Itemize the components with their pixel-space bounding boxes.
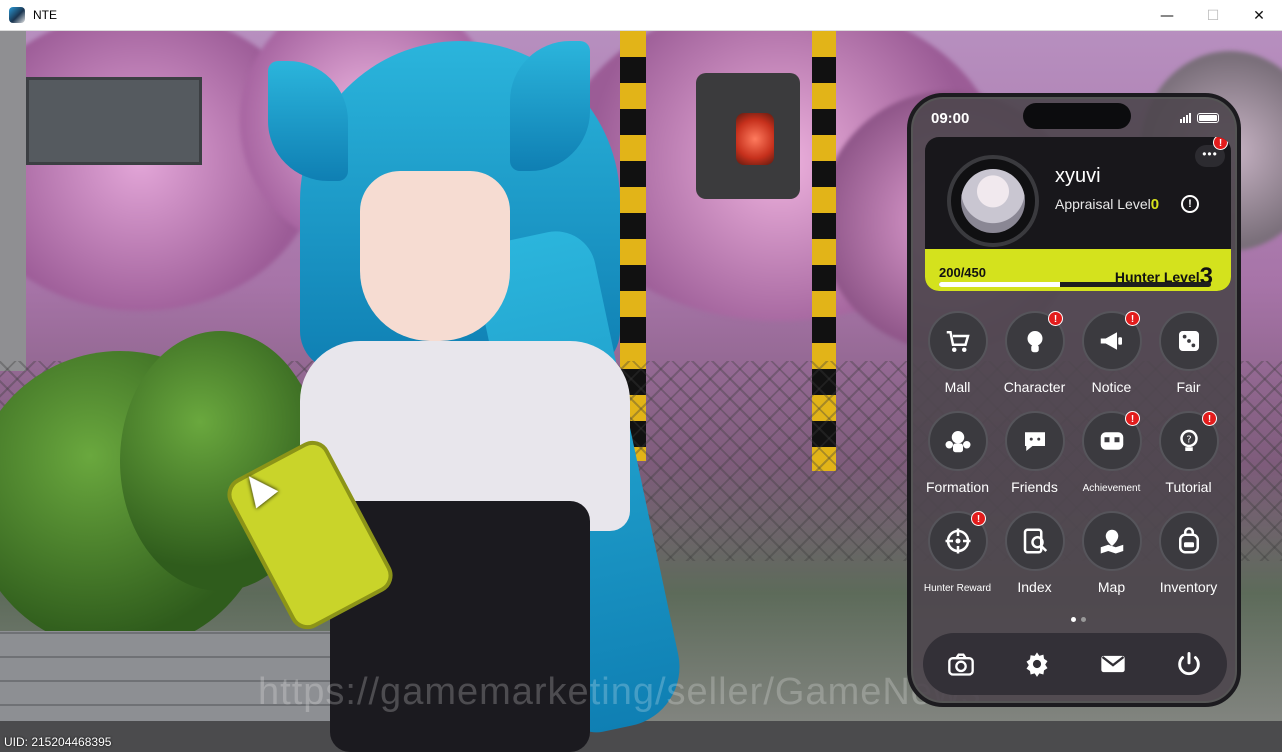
app-label: Achievement (1082, 483, 1141, 494)
app-index-button[interactable]: Index (996, 511, 1073, 603)
player-uid: UID: 215204468395 (4, 735, 112, 749)
signal-icon (1180, 113, 1191, 123)
app-fair-button[interactable]: Fair (1150, 311, 1227, 403)
street-sign (26, 77, 202, 165)
app-notice-button[interactable]: Notice! (1073, 311, 1150, 403)
camera-button[interactable] (942, 645, 980, 683)
app-icon-circle (927, 411, 988, 471)
power-button[interactable] (1170, 645, 1208, 683)
app-label: Hunter Reward (923, 583, 992, 594)
phone-status-icons (1180, 113, 1219, 123)
close-button[interactable]: ✕ (1236, 0, 1282, 31)
app-icon-circle (1004, 511, 1065, 571)
ground (0, 721, 1282, 752)
app-mall-button[interactable]: Mall (919, 311, 996, 403)
phone-dock (923, 633, 1227, 695)
app-label: Friends (1011, 479, 1058, 495)
appraisal-label: Appraisal Level (1055, 196, 1151, 212)
page-dot[interactable] (1081, 617, 1086, 622)
app-icon-circle (1081, 511, 1142, 571)
chat-icon (1024, 432, 1045, 451)
app-label: Mall (944, 379, 971, 395)
avatar-frame[interactable] (947, 155, 1039, 247)
achievement-icon (1100, 432, 1123, 450)
alert-badge: ! (1125, 311, 1140, 326)
alert-badge: ! (1048, 311, 1063, 326)
app-label: Map (1097, 579, 1126, 595)
app-formation-button[interactable]: Formation (919, 411, 996, 503)
mail-icon (1101, 655, 1125, 673)
window-title: NTE (33, 8, 57, 22)
watermark-text: https://gamemarketing/seller/GameNews (258, 671, 982, 713)
cart-icon (946, 331, 970, 352)
backpack-icon (1178, 527, 1199, 554)
app-label: Inventory (1159, 579, 1218, 595)
app-label: Tutorial (1165, 479, 1212, 495)
target-icon (945, 528, 970, 554)
alert-badge: ! (1213, 137, 1228, 150)
phone-notch (1023, 103, 1131, 129)
window-controls: — ☐ ✕ (1144, 0, 1282, 31)
lightbulb-icon: ? (1179, 429, 1198, 451)
character-face (360, 171, 510, 341)
profile-card[interactable]: ••• ! xyuvi Appraisal Level0 ! 200/450 H… (925, 137, 1231, 291)
formation-icon (945, 431, 970, 453)
character-icon (1027, 331, 1042, 353)
index-icon (1023, 528, 1047, 554)
appraisal-level: Appraisal Level0 (1055, 196, 1159, 213)
app-label: Character (1003, 379, 1066, 395)
exp-progress-track (939, 282, 1211, 287)
settings-button[interactable] (1018, 645, 1056, 683)
camera-icon (948, 653, 974, 676)
app-icon-circle (1004, 411, 1065, 471)
megaphone-icon (1100, 332, 1122, 350)
page-dot-active[interactable] (1071, 617, 1076, 622)
exp-counter: 200/450 (939, 265, 986, 280)
mail-button[interactable] (1094, 645, 1132, 683)
username: xyuvi (1055, 165, 1101, 187)
settings-gear-icon (1026, 652, 1048, 677)
phone-clock: 09:00 (931, 110, 970, 127)
app-icon-circle (1158, 311, 1219, 371)
app-logo-icon (9, 7, 25, 23)
app-label: Fair (1176, 379, 1201, 395)
power-icon (1178, 652, 1200, 676)
map-icon (1100, 529, 1123, 554)
window-titlebar: NTE — ☐ ✕ (0, 0, 1282, 31)
dice-icon (1178, 331, 1199, 351)
crossing-signal-light (736, 113, 774, 165)
app-hunter-reward-button[interactable]: Hunter Reward! (919, 511, 996, 603)
page-indicator (1071, 617, 1086, 622)
utility-pole (0, 31, 26, 371)
avatar (961, 169, 1025, 233)
exp-progress-fill (939, 282, 1060, 287)
app-achievement-button[interactable]: Achievement! (1073, 411, 1150, 503)
minimize-button[interactable]: — (1144, 0, 1190, 31)
phone-menu: 09:00 ••• ! xyuvi Appraisal Level0 ! 200… (907, 93, 1241, 707)
info-icon[interactable]: ! (1181, 195, 1199, 213)
app-inventory-button[interactable]: Inventory (1150, 511, 1227, 603)
appraisal-value: 0 (1150, 196, 1160, 213)
battery-icon (1197, 113, 1219, 123)
svg-text:?: ? (1186, 434, 1191, 445)
alert-badge: ! (971, 511, 986, 526)
app-grid: Mall Character! Notice! Fair Formation Friend… (919, 311, 1237, 603)
app-icon-circle (927, 311, 988, 371)
app-tutorial-button[interactable]: ? Tutorial! (1150, 411, 1227, 503)
app-label: Notice (1091, 379, 1132, 395)
app-label: Formation (925, 479, 990, 495)
app-friends-button[interactable]: Friends (996, 411, 1073, 503)
app-character-button[interactable]: Character! (996, 311, 1073, 403)
alert-badge: ! (1125, 411, 1140, 426)
app-icon-circle (1158, 511, 1219, 571)
app-label: Index (1017, 579, 1052, 595)
maximize-button[interactable]: ☐ (1190, 0, 1236, 31)
hunter-level-bar: 200/450 Hunter Level3 (925, 249, 1231, 291)
app-map-button[interactable]: Map (1073, 511, 1150, 603)
alert-badge: ! (1202, 411, 1217, 426)
